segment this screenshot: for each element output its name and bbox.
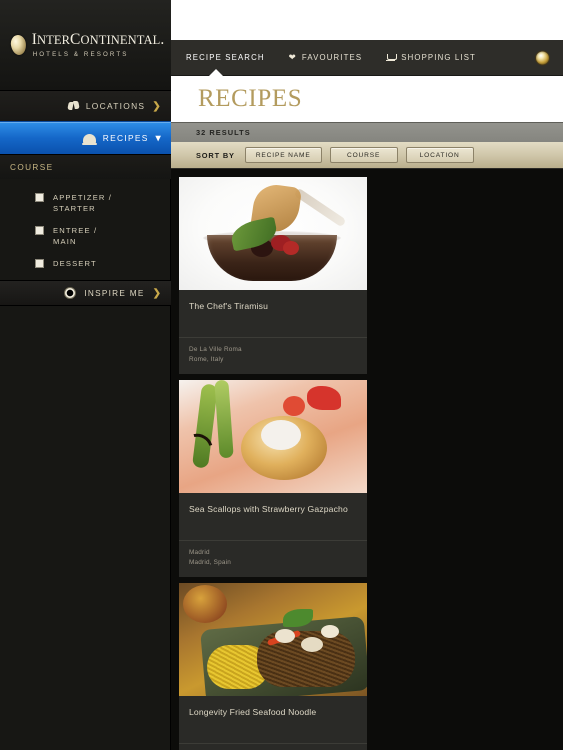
recipe-card[interactable]: Longevity Fried Seafood Noodle Singapore… bbox=[179, 582, 367, 750]
filter-line-2: STARTER bbox=[53, 204, 96, 213]
brand-tagline: HOTELS & RESORTS bbox=[32, 51, 129, 59]
recipe-browser-app: INTERCONTINENTAL. HOTELS & RESORTS LOCAT… bbox=[0, 0, 563, 750]
sidebar-item-recipes[interactable]: RECIPES ▾ bbox=[0, 121, 171, 154]
active-tab-caret-icon bbox=[209, 69, 223, 76]
recipe-card[interactable]: The Chef's Tiramisu De La Ville Roma Rom… bbox=[179, 177, 367, 374]
tab-shopping-list-label: SHOPPING LIST bbox=[401, 53, 476, 62]
recipe-location: Rome, Italy bbox=[189, 355, 224, 363]
inspire-me-button[interactable]: INSPIRE ME ❯ bbox=[0, 280, 171, 306]
cart-icon bbox=[386, 53, 398, 62]
filter-line-1: ENTREE / bbox=[53, 226, 98, 235]
fried-noodle-photo[interactable] bbox=[179, 582, 367, 696]
sort-button-recipe-name[interactable]: RECIPE NAME bbox=[244, 147, 322, 163]
sort-bar: SORT BY RECIPE NAME COURSE LOCATION bbox=[171, 142, 563, 169]
results-count-bar: 32 RESULTS bbox=[171, 122, 563, 142]
brand-logo[interactable]: INTERCONTINENTAL. HOTELS & RESORTS bbox=[0, 0, 171, 90]
checkbox-appetizer-starter[interactable] bbox=[35, 193, 44, 202]
checkbox-entree-main[interactable] bbox=[35, 226, 44, 235]
top-white-strip bbox=[171, 0, 563, 40]
recipe-location: Madrid, Spain bbox=[189, 558, 232, 566]
filter-entree-main-label: ENTREE / MAIN bbox=[53, 225, 97, 247]
sidebar: INTERCONTINENTAL. HOTELS & RESORTS LOCAT… bbox=[0, 0, 171, 750]
page-title-bar: RECIPES bbox=[171, 76, 563, 122]
locations-icon bbox=[68, 101, 79, 111]
coin-badge-icon[interactable] bbox=[536, 51, 549, 64]
recipe-hotel: Madrid bbox=[189, 548, 210, 556]
filter-dessert[interactable]: DESSERT bbox=[35, 258, 171, 269]
sidebar-item-locations[interactable]: LOCATIONS ❯ bbox=[0, 90, 171, 121]
recipe-card[interactable]: Sea Scallops with Strawberry Gazpacho Ma… bbox=[179, 379, 367, 577]
filter-appetizer-starter-label: APPETIZER / STARTER bbox=[53, 192, 112, 214]
chevron-right-icon: ❯ bbox=[152, 287, 161, 299]
recipe-grid: The Chef's Tiramisu De La Ville Roma Rom… bbox=[171, 169, 563, 750]
heart-icon: ❤ bbox=[288, 52, 297, 63]
sidebar-item-recipes-label: RECIPES bbox=[102, 133, 149, 143]
recipe-hotel: De La Ville Roma bbox=[189, 346, 242, 353]
main-content: RECIPE SEARCH ❤ FAVOURITES SHOPPING LIST… bbox=[171, 0, 563, 750]
top-navigation-bar: RECIPE SEARCH ❤ FAVOURITES SHOPPING LIST bbox=[171, 40, 563, 76]
tab-recipe-search-label: RECIPE SEARCH bbox=[186, 53, 265, 62]
chevron-down-icon: ▾ bbox=[155, 132, 162, 144]
tab-recipe-search[interactable]: RECIPE SEARCH bbox=[186, 53, 279, 62]
filter-entree-main[interactable]: ENTREE / MAIN bbox=[35, 225, 171, 247]
filter-line-1: APPETIZER / bbox=[53, 193, 113, 202]
results-count: 32 RESULTS bbox=[196, 128, 251, 137]
chevron-right-icon: ❯ bbox=[152, 100, 162, 112]
inspire-dot-icon bbox=[64, 287, 77, 299]
recipe-title: Longevity Fried Seafood Noodle bbox=[189, 706, 317, 717]
brand-name: INTERCONTINENTAL. bbox=[31, 30, 165, 48]
filter-appetizer-starter[interactable]: APPETIZER / STARTER bbox=[35, 192, 171, 214]
tab-shopping-list[interactable]: SHOPPING LIST bbox=[386, 53, 490, 62]
sort-by-label: SORT BY bbox=[196, 150, 235, 160]
recipe-title: Sea Scallops with Strawberry Gazpacho bbox=[189, 503, 348, 514]
sidebar-item-locations-label: LOCATIONS bbox=[85, 101, 146, 111]
sea-scallops-photo[interactable] bbox=[179, 379, 367, 493]
recipe-title: The Chef's Tiramisu bbox=[189, 301, 268, 311]
intercontinental-globe-icon bbox=[9, 34, 28, 56]
filter-dessert-label: DESSERT bbox=[53, 259, 97, 268]
tiramisu-dessert-photo[interactable] bbox=[179, 177, 367, 290]
course-filter-list: APPETIZER / STARTER ENTREE / MAIN DESSER… bbox=[0, 179, 171, 269]
tab-favourites[interactable]: ❤ FAVOURITES bbox=[289, 53, 377, 62]
course-filter-header: COURSE bbox=[0, 154, 171, 179]
filter-line-2: MAIN bbox=[53, 237, 77, 246]
sort-button-course[interactable]: COURSE bbox=[329, 147, 398, 163]
sort-button-location[interactable]: LOCATION bbox=[405, 147, 474, 163]
page-title: RECIPES bbox=[198, 85, 303, 112]
recipes-icon bbox=[81, 133, 97, 145]
inspire-me-label: INSPIRE ME bbox=[84, 288, 145, 298]
checkbox-dessert[interactable] bbox=[35, 259, 44, 268]
tab-favourites-label: FAVOURITES bbox=[301, 53, 363, 62]
